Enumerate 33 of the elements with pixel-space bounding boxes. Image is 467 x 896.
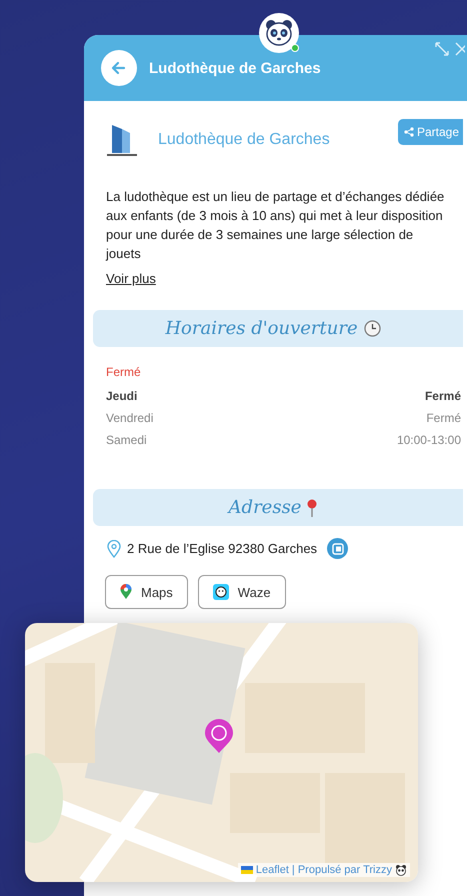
description-text: La ludothèque est un lieu de partage et d’échanges dédiée aux enfants (de 3 mois à 10 ans) qui met à leur disposition pour une durée de 3 semaines une large sélection de jouets [106, 188, 446, 263]
left-arrow-icon [111, 60, 127, 76]
map-marker-icon[interactable] [204, 718, 234, 754]
maps-button[interactable]: Maps [105, 575, 188, 609]
close-icon[interactable] [455, 42, 465, 56]
waze-button[interactable]: Waze [198, 575, 286, 609]
map-pin-icon [120, 584, 132, 600]
opening-time: 10:00-13:00 [396, 433, 461, 449]
day-label: Samedi [106, 433, 147, 449]
section-title: Horaires d'ouverture [165, 318, 358, 339]
copy-button[interactable] [327, 538, 348, 559]
header-title: Ludothèque de Garches [149, 60, 321, 76]
panda-icon [395, 864, 407, 876]
expand-icon[interactable] [434, 41, 450, 57]
place-name: Ludothèque de Garches [158, 131, 331, 149]
panda-avatar-icon [259, 13, 299, 53]
voir-plus-link[interactable]: Voir plus [106, 271, 156, 286]
opening-time: Fermé [424, 389, 461, 405]
closed-status: Fermé [106, 365, 142, 379]
copy-icon [332, 542, 344, 554]
flag-icon [240, 866, 253, 874]
clock-icon [364, 320, 381, 337]
location-pin-icon [107, 540, 121, 558]
day-label: Jeudi [106, 389, 138, 405]
building-logo-icon [104, 123, 140, 157]
day-label: Vendredi [106, 411, 154, 427]
address-text: 2 Rue de l’Eglise 92380 Garches [127, 541, 318, 556]
share-icon [404, 127, 414, 137]
opening-time: Fermé [426, 411, 461, 427]
smiley-app-icon [212, 584, 229, 600]
pushpin-icon [307, 498, 318, 516]
back-button[interactable] [101, 50, 137, 86]
section-title: Adresse [228, 497, 302, 518]
